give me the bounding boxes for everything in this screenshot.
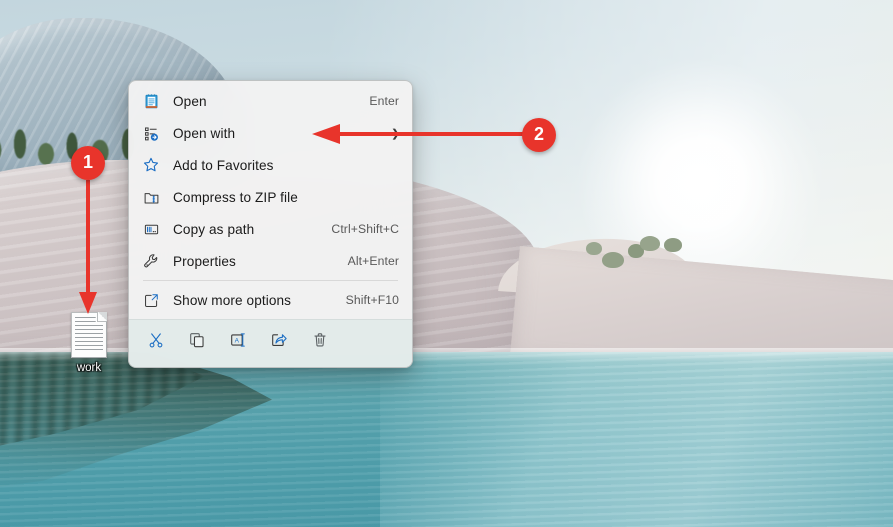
chevron-right-icon: ❯ <box>391 127 401 140</box>
water-ripples <box>0 352 893 527</box>
desktop-file-label: work <box>76 362 102 374</box>
menu-item-properties[interactable]: Properties Alt+Enter <box>132 245 409 277</box>
cut-button[interactable] <box>135 326 176 358</box>
menu-item-properties-accel: Alt+Enter <box>347 254 399 268</box>
menu-item-compress-to-zip-label: Compress to ZIP file <box>173 189 298 205</box>
menu-item-add-to-favorites-label: Add to Favorites <box>173 157 274 173</box>
notepad-icon <box>141 91 161 111</box>
open-with-icon <box>141 123 161 143</box>
menu-item-open[interactable]: Open Enter <box>132 85 409 117</box>
show-more-options-icon <box>141 290 161 310</box>
menu-item-show-more-options-accel: Shift+F10 <box>345 293 399 307</box>
scissors-icon <box>147 331 165 354</box>
menu-item-open-with[interactable]: Open with ❯ <box>132 117 409 149</box>
zip-folder-icon <box>141 187 161 207</box>
wrench-icon <box>141 251 161 271</box>
shrub-1 <box>602 252 624 268</box>
annotation-badge-1-label: 1 <box>82 152 93 172</box>
delete-button[interactable] <box>299 326 340 358</box>
copy-path-icon <box>141 219 161 239</box>
context-menu[interactable]: Open Enter Open with ❯ Add to Favorites … <box>128 80 413 368</box>
copy-button[interactable] <box>176 326 217 358</box>
menu-item-compress-to-zip[interactable]: Compress to ZIP file <box>132 181 409 213</box>
menu-item-copy-as-path-accel: Ctrl+Shift+C <box>331 222 399 236</box>
share-icon <box>270 331 288 354</box>
rename-button[interactable]: A <box>217 326 258 358</box>
shrub-5 <box>586 242 602 255</box>
menu-item-show-more-options-label: Show more options <box>173 292 292 308</box>
menu-item-open-with-label: Open with <box>173 125 236 141</box>
annotation-badge-1: 1 <box>71 146 105 180</box>
svg-text:A: A <box>234 337 239 344</box>
shrub-4 <box>664 238 682 252</box>
star-icon <box>141 155 161 175</box>
desktop-file-work[interactable]: work <box>60 312 118 382</box>
document-lines <box>75 317 103 353</box>
copy-icon <box>188 331 206 354</box>
menu-separator <box>143 280 398 281</box>
menu-item-open-label: Open <box>173 93 207 109</box>
context-menu-list: Open Enter Open with ❯ Add to Favorites … <box>129 81 412 319</box>
context-menu-toolbar: A <box>129 319 412 367</box>
menu-item-properties-label: Properties <box>173 253 236 269</box>
rename-icon: A <box>229 331 247 354</box>
text-document-icon <box>71 312 107 358</box>
menu-item-open-accel: Enter <box>369 94 399 108</box>
menu-item-copy-as-path[interactable]: Copy as path Ctrl+Shift+C <box>132 213 409 245</box>
trash-icon <box>311 331 329 354</box>
shrub-3 <box>640 236 660 251</box>
menu-item-copy-as-path-label: Copy as path <box>173 221 255 237</box>
annotation-badge-2-label: 2 <box>533 124 544 144</box>
menu-item-show-more-options[interactable]: Show more options Shift+F10 <box>132 284 409 316</box>
annotation-badge-2: 2 <box>522 118 556 152</box>
menu-item-add-to-favorites[interactable]: Add to Favorites <box>132 149 409 181</box>
share-button[interactable] <box>258 326 299 358</box>
